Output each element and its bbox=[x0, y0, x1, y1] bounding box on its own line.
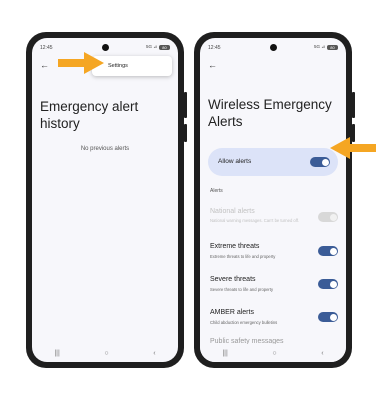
battery-icon: 80 bbox=[159, 44, 170, 50]
camera-icon bbox=[101, 44, 109, 51]
extreme-threats-title: Extreme threats bbox=[210, 243, 260, 250]
pointer-arrow-icon bbox=[330, 137, 376, 159]
section-label-alerts: Alerts bbox=[210, 188, 223, 194]
national-alerts-subtitle: National warning messages. Can't be turn… bbox=[210, 218, 300, 223]
severe-threats-title: Severe threats bbox=[210, 276, 256, 283]
pointer-arrow-icon bbox=[58, 52, 104, 74]
right-phone: 12:45 5G ⊿ 80 ← Wireless Emergency Alert… bbox=[194, 32, 355, 368]
status-right: 5G ⊿ 80 bbox=[146, 44, 170, 50]
power-button bbox=[184, 92, 187, 118]
page-title: Emergency alert history bbox=[40, 99, 139, 131]
left-screen: 12:45 5G ⊿ 80 ← Settings Emergency alert… bbox=[32, 38, 178, 362]
nav-bar: ||| ○ ‹ bbox=[32, 344, 178, 362]
national-alerts-title: National alerts bbox=[210, 208, 255, 215]
volume-button bbox=[184, 124, 187, 142]
extreme-threats-subtitle: Extreme threats to life and property bbox=[210, 254, 276, 259]
amber-alerts-subtitle: Child abduction emergency bulletins bbox=[210, 320, 278, 325]
page-title: Wireless Emergency Alerts bbox=[208, 97, 332, 129]
severe-threats-toggle[interactable] bbox=[318, 279, 338, 289]
allow-alerts-toggle[interactable] bbox=[310, 157, 330, 167]
back-icon[interactable]: ‹ bbox=[153, 350, 155, 357]
status-time: 12:45 bbox=[208, 45, 221, 51]
amber-alerts-title: AMBER alerts bbox=[210, 309, 254, 316]
amber-alerts-toggle[interactable] bbox=[318, 312, 338, 322]
back-icon[interactable]: ‹ bbox=[321, 350, 323, 357]
signal-icon: 5G ⊿ bbox=[313, 44, 325, 49]
right-screen: 12:45 5G ⊿ 80 ← Wireless Emergency Alert… bbox=[200, 38, 346, 362]
signal-icon: 5G ⊿ bbox=[145, 44, 157, 49]
power-button bbox=[352, 92, 355, 118]
nav-bar: ||| ○ ‹ bbox=[200, 344, 346, 362]
battery-icon: 80 bbox=[327, 44, 338, 50]
national-alerts-toggle bbox=[318, 212, 338, 222]
back-arrow-icon[interactable]: ← bbox=[208, 60, 217, 70]
recents-icon[interactable]: ||| bbox=[222, 350, 227, 357]
back-arrow-icon[interactable]: ← bbox=[40, 60, 49, 70]
allow-alerts-card[interactable]: Allow alerts bbox=[208, 148, 338, 176]
recents-icon[interactable]: ||| bbox=[54, 350, 59, 357]
status-time: 12:45 bbox=[40, 45, 53, 51]
left-phone: 12:45 5G ⊿ 80 ← Settings Emergency alert… bbox=[26, 32, 187, 368]
home-icon[interactable]: ○ bbox=[104, 350, 108, 357]
allow-alerts-label: Allow alerts bbox=[218, 158, 252, 165]
empty-state-text: No previous alerts bbox=[80, 146, 130, 152]
severe-threats-subtitle: Severe threats to life and property bbox=[210, 287, 274, 292]
camera-icon bbox=[269, 44, 277, 51]
status-right: 5G ⊿ 80 bbox=[314, 44, 338, 50]
settings-menu-item[interactable]: Settings bbox=[92, 56, 172, 76]
extreme-threats-toggle[interactable] bbox=[318, 246, 338, 256]
home-icon[interactable]: ○ bbox=[272, 350, 276, 357]
